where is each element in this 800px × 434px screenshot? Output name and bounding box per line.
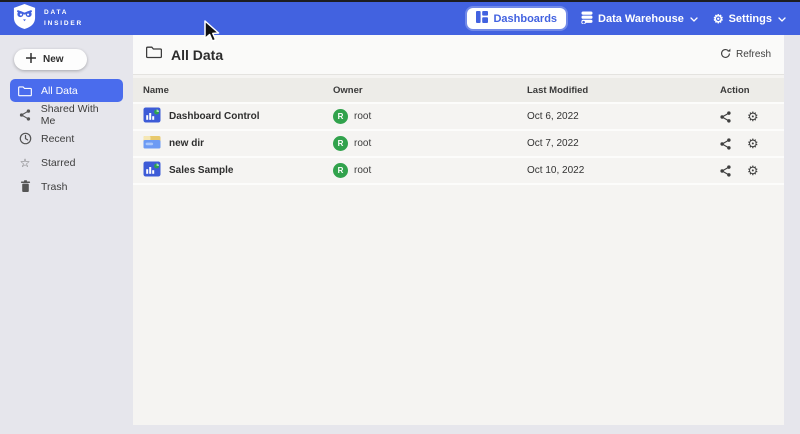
chevron-down-icon <box>690 13 698 25</box>
column-header-action: Action <box>720 85 784 96</box>
sidebar-item-label: Shared With Me <box>41 103 115 127</box>
table-header-row: Name Owner Last Modified Action <box>133 78 784 104</box>
sidebar-item-recent[interactable]: Recent <box>10 127 123 150</box>
database-icon <box>581 11 593 27</box>
sidebar-item-label: All Data <box>41 85 78 97</box>
folder-icon <box>146 45 162 64</box>
gear-action-icon[interactable]: ⚙ <box>747 137 759 150</box>
data-warehouse-button[interactable]: Data Warehouse <box>581 8 698 29</box>
refresh-label: Refresh <box>736 49 771 60</box>
data-warehouse-label: Data Warehouse <box>598 13 684 25</box>
topbar-nav: Dashboards Data Warehouse ⚙ <box>467 8 786 29</box>
settings-button[interactable]: ⚙ Settings <box>713 8 786 29</box>
sidebar-item-label: Trash <box>41 181 67 193</box>
share-action-icon[interactable] <box>720 165 731 177</box>
sidebar-item-trash[interactable]: Trash <box>10 175 123 198</box>
refresh-icon <box>720 48 731 62</box>
star-icon: ☆ <box>18 157 32 169</box>
clock-icon <box>18 132 32 145</box>
gear-action-icon[interactable]: ⚙ <box>747 164 759 177</box>
trash-icon <box>18 180 32 193</box>
sidebar-nav: All Data Shared With Me <box>0 79 133 198</box>
new-button[interactable]: New <box>14 49 87 70</box>
dashboards-icon <box>476 11 488 26</box>
owner-avatar: R <box>333 163 348 178</box>
folder-icon <box>18 85 32 97</box>
file-name: Dashboard Control <box>169 111 260 122</box>
folder-file-icon <box>143 135 161 153</box>
file-name: Sales Sample <box>169 165 233 176</box>
last-modified: Oct 6, 2022 <box>527 111 720 122</box>
gear-action-icon[interactable]: ⚙ <box>747 110 759 123</box>
dashboards-label: Dashboards <box>493 13 557 25</box>
settings-label: Settings <box>729 13 772 25</box>
dashboard-file-icon <box>143 161 161 180</box>
sidebar-item-label: Starred <box>41 157 75 169</box>
share-icon <box>18 109 32 121</box>
brand-name: DATA INSIDER <box>44 8 83 28</box>
brand-logo[interactable]: DATA INSIDER <box>12 3 83 35</box>
last-modified: Oct 7, 2022 <box>527 138 720 149</box>
dashboards-button[interactable]: Dashboards <box>467 8 566 29</box>
dashboard-file-icon <box>143 107 161 126</box>
owl-logo-icon <box>12 3 37 35</box>
owner-name: root <box>354 111 371 122</box>
table-row[interactable]: new dir R root Oct 7, 2022 <box>133 131 784 158</box>
plus-icon <box>26 53 36 66</box>
gear-icon: ⚙ <box>713 13 724 25</box>
table-row[interactable]: Dashboard Control R root Oct 6, 2022 <box>133 104 784 131</box>
new-button-label: New <box>43 54 64 65</box>
share-action-icon[interactable] <box>720 138 731 150</box>
refresh-button[interactable]: Refresh <box>720 48 771 62</box>
file-name: new dir <box>169 138 204 149</box>
files-table: Name Owner Last Modified Action <box>133 78 784 185</box>
column-header-name: Name <box>143 85 333 96</box>
brand-line2: INSIDER <box>44 19 83 29</box>
content-panel: All Data Refresh Name Owner Last Modifie… <box>133 35 784 425</box>
sidebar-item-starred[interactable]: ☆ Starred <box>10 151 123 174</box>
chevron-down-icon <box>778 13 786 25</box>
sidebar-item-all-data[interactable]: All Data <box>10 79 123 102</box>
column-header-owner: Owner <box>333 85 527 96</box>
topbar: DATA INSIDER Dashboards <box>0 0 800 35</box>
page-title: All Data <box>171 47 223 63</box>
table-row[interactable]: Sales Sample R root Oct 10, 2022 <box>133 158 784 185</box>
share-action-icon[interactable] <box>720 111 731 123</box>
sidebar-item-label: Recent <box>41 133 74 145</box>
panel-header: All Data Refresh <box>133 35 784 75</box>
sidebar: New All Data Shared With Me <box>0 35 133 434</box>
sidebar-item-shared-with-me[interactable]: Shared With Me <box>10 103 123 126</box>
owner-name: root <box>354 138 371 149</box>
app-screen: DATA INSIDER Dashboards <box>0 0 800 434</box>
brand-line1: DATA <box>44 8 83 18</box>
owner-avatar: R <box>333 109 348 124</box>
owner-name: root <box>354 165 371 176</box>
owner-avatar: R <box>333 136 348 151</box>
column-header-last-modified: Last Modified <box>527 85 720 96</box>
last-modified: Oct 10, 2022 <box>527 165 720 176</box>
